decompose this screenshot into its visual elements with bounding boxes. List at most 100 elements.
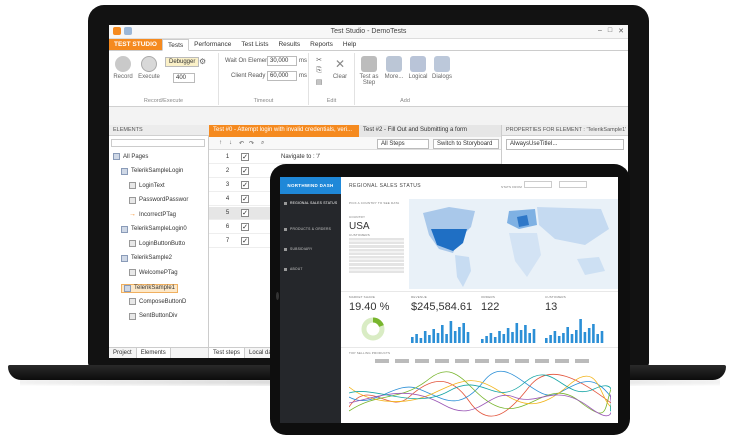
maximize-icon[interactable]: □ [608, 27, 612, 35]
nav-products-orders[interactable]: PRODUCTS & ORDERS [284, 227, 331, 231]
tab-test-lists[interactable]: Test Lists [236, 39, 273, 50]
tab-tests[interactable]: Tests [161, 39, 190, 51]
cut-icon[interactable]: ✂ [313, 56, 325, 64]
step-row[interactable]: 1 ✓ Navigate to : '/' [209, 151, 501, 164]
tab-help[interactable]: Help [338, 39, 361, 50]
settings-gear-icon[interactable]: ⚙ [199, 57, 206, 66]
copy-icon[interactable]: ⎘ [313, 67, 325, 75]
tree-item[interactable]: → IncorrectPTag [129, 211, 176, 218]
step-number: 7 [225, 238, 230, 244]
stats-to-select[interactable] [559, 181, 587, 188]
step-number: 3 [225, 182, 230, 188]
undo-icon[interactable]: ↶ [239, 140, 244, 147]
tree-item[interactable]: TelerikSample1 [121, 283, 179, 293]
nav-icon [284, 247, 287, 251]
clear-button[interactable]: ✕ Clear [329, 56, 351, 80]
south-america-shape [455, 255, 471, 287]
top-products-label: TOP SELLING PRODUCTS [349, 351, 391, 355]
step-enabled-checkbox[interactable]: ✓ [241, 223, 249, 231]
tab-test-2[interactable]: Test #2 - Fill Out and Submitting a form [359, 125, 479, 137]
tab-results[interactable]: Results [273, 39, 305, 50]
step-enabled-checkbox[interactable]: ✓ [241, 181, 249, 189]
product-line-4 [349, 375, 611, 408]
elements-bottom-tabs: Project Elements [109, 347, 208, 358]
tab-elements[interactable]: Elements [136, 348, 171, 358]
wait-on-elements-input[interactable]: 30,000 [267, 56, 297, 66]
tab-performance[interactable]: Performance [189, 39, 236, 50]
nav-regional-sales[interactable]: REGIONAL SALES STATUS [284, 201, 337, 205]
speed-input[interactable]: 400 [173, 73, 195, 83]
pick-country-hint: PICK A COUNTRY TO SEE DATA [349, 201, 400, 205]
paste-icon[interactable]: ▤ [313, 78, 325, 86]
properties-search[interactable]: AlwaysUseTitleI... [506, 139, 624, 150]
spark-bar [466, 332, 470, 343]
step-number: 4 [225, 196, 230, 202]
minimize-icon[interactable]: – [598, 27, 602, 35]
tree-item[interactable]: ComposeButtonD [129, 298, 186, 305]
tree-item[interactable]: WelcomePTag [129, 269, 178, 276]
record-button[interactable]: Record [113, 56, 133, 80]
spark-bar [587, 328, 591, 343]
debugger-toggle[interactable]: Debugger [165, 57, 200, 67]
tab-project[interactable]: Project [109, 348, 137, 358]
tree-item[interactable]: TelerikSampleLogin0 [121, 225, 187, 233]
tree-item[interactable]: TelerikSample2 [121, 254, 172, 262]
nav-about[interactable]: ABOUT [284, 267, 303, 271]
tree-item[interactable]: SentButtonDiv [129, 312, 177, 320]
asia-shape [537, 207, 609, 245]
nav-subsidiary[interactable]: SUBSIDIARY [284, 247, 312, 251]
move-down-icon[interactable]: ↓ [229, 140, 232, 146]
tree-item-label: ComposeButtonD [139, 298, 187, 305]
dialogs-button[interactable]: Dialogs [431, 56, 453, 80]
step-enabled-checkbox[interactable]: ✓ [241, 153, 249, 161]
section-divider [341, 291, 618, 292]
tab-test-studio[interactable]: TEST STUDIO [109, 39, 162, 50]
spark-bar [493, 337, 497, 343]
tree-item[interactable]: TelerikSampleLogin [121, 167, 183, 175]
tree-item[interactable]: PasswordPasswor [129, 196, 189, 204]
step-enabled-checkbox[interactable]: ✓ [241, 209, 249, 217]
ribbon: Record Execute Debugger ⚙ 400 Record/Exe… [109, 51, 628, 107]
logical-button[interactable]: Logical [407, 56, 429, 80]
tree-item[interactable]: LoginText [129, 182, 165, 189]
product-legend [375, 359, 595, 363]
test-as-step-button[interactable]: Test as Step [357, 56, 381, 86]
orders-label: ORDERS [481, 295, 496, 299]
spark-bar [579, 319, 582, 343]
spark-bar [511, 332, 514, 343]
country-value: USA [349, 221, 370, 232]
tree-item[interactable]: All Pages [113, 153, 148, 160]
redo-icon[interactable]: ↷ [249, 140, 254, 147]
spark-bar [532, 329, 536, 343]
close-icon[interactable]: ✕ [618, 27, 624, 35]
spark-bar [583, 332, 587, 343]
tree-item[interactable]: LoginButtonButto [129, 240, 185, 247]
tab-test-0[interactable]: Test #0 - Attempt login with invalid cre… [209, 125, 359, 137]
spark-bar [575, 330, 578, 343]
world-map[interactable] [409, 199, 618, 289]
execute-button[interactable]: Execute [137, 56, 161, 80]
page-icon [124, 284, 131, 292]
step-enabled-checkbox[interactable]: ✓ [241, 237, 249, 245]
step-enabled-checkbox[interactable]: ✓ [241, 167, 249, 175]
stats-from-select[interactable] [524, 181, 552, 188]
step-enabled-checkbox[interactable]: ✓ [241, 195, 249, 203]
spark-bar [592, 324, 595, 343]
client-ready-input[interactable]: 60,000 [267, 71, 297, 81]
spark-bar [557, 336, 561, 343]
all-steps-dropdown[interactable]: All Steps [377, 139, 429, 149]
tab-reports[interactable]: Reports [305, 39, 338, 50]
spark-bar [545, 338, 548, 343]
search-icon[interactable]: ⌕ [261, 140, 264, 147]
revenue-bars [411, 321, 470, 343]
move-up-icon[interactable]: ↑ [219, 140, 222, 146]
element-icon [129, 196, 136, 204]
europe-highlight-shape [517, 215, 529, 227]
more-button[interactable]: More... [383, 56, 405, 80]
spark-bar [553, 331, 557, 343]
tree-item-label: PasswordPasswor [139, 197, 189, 203]
spark-bar [489, 333, 493, 343]
tab-test-steps[interactable]: Test steps [209, 348, 246, 358]
switch-storyboard-button[interactable]: Switch to Storyboard [433, 139, 499, 149]
dashboard-brand: NORTHWIND DASH [280, 177, 341, 194]
